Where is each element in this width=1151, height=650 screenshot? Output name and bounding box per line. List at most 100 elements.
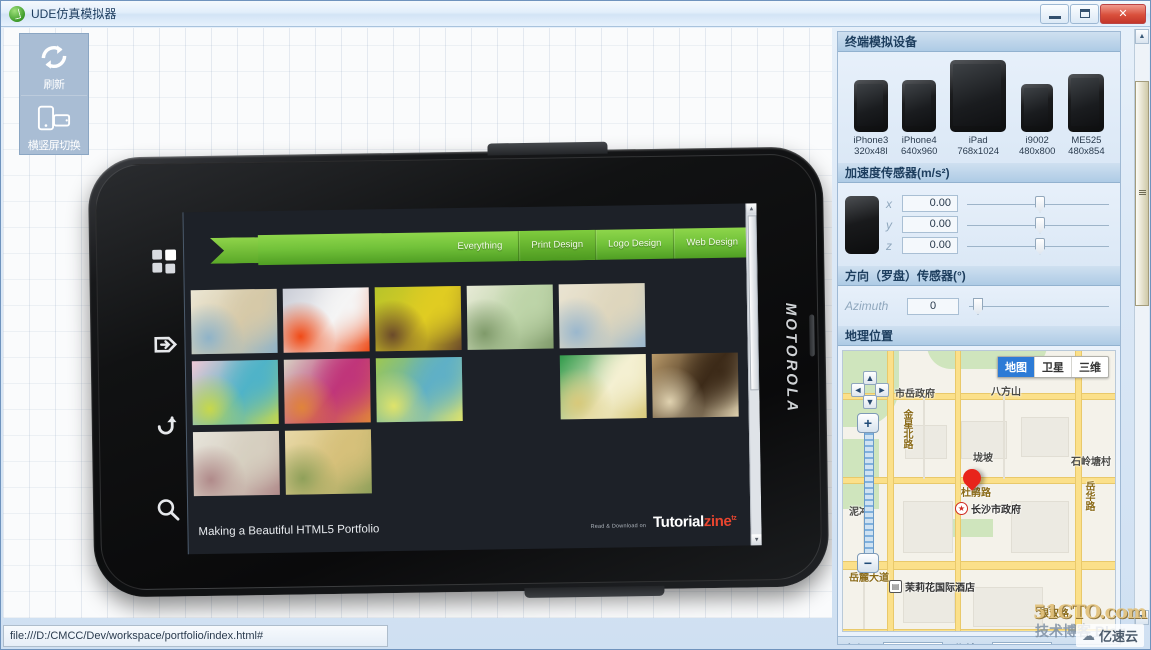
device-option-iphone4[interactable]: iPhone4 640x960: [901, 80, 937, 157]
map-zoom-slider[interactable]: [864, 433, 874, 553]
slider-knob-y[interactable]: [1035, 216, 1045, 234]
azimuth-slider[interactable]: [969, 296, 1113, 316]
gallery-thumbnail[interactable]: [283, 358, 371, 424]
scroll-grip-icon: [1138, 190, 1146, 195]
scroll-down-arrow[interactable]: ▼: [751, 534, 762, 546]
phone-side-button[interactable]: [809, 314, 815, 357]
title-bar: UDE仿真模拟器 ✕: [1, 1, 1150, 27]
map-location-pin[interactable]: [963, 469, 981, 487]
device-resolution: 640x960: [901, 146, 938, 157]
axis-slider-x[interactable]: [967, 194, 1113, 214]
phone-brand: MOTOROLA: [781, 302, 801, 415]
azimuth-slider-knob[interactable]: [973, 298, 983, 315]
accelerometer-phone-icon[interactable]: [845, 195, 879, 254]
compass-section-body: Azimuth 0: [838, 286, 1120, 326]
window-scroll-up[interactable]: ▲: [1135, 29, 1149, 44]
caption-small-text: Read & Download on: [590, 523, 647, 530]
axis-label-x: x: [886, 196, 892, 211]
left-toolbar: 刷新 横竖屏切换: [19, 33, 89, 155]
window-scroll-thumb[interactable]: [1135, 81, 1149, 306]
close-button[interactable]: ✕: [1100, 3, 1146, 24]
map-zoom-control: + −: [857, 413, 881, 573]
app-icon: [9, 5, 25, 22]
scroll-thumb[interactable]: [747, 215, 760, 391]
north-latitude-input[interactable]: [992, 641, 1053, 644]
gallery-spacer: [468, 356, 555, 421]
azimuth-value[interactable]: 0: [907, 297, 959, 315]
gallery-thumbnail[interactable]: [192, 430, 280, 497]
gallery-thumbnail[interactable]: [190, 288, 278, 355]
watermark-badge: ☁ 亿速云: [1075, 624, 1144, 647]
map-pan-down[interactable]: ▼: [863, 395, 877, 409]
right-panel: 终端模拟设备 iPhone3 320x48l iPhone4 640x960 iPad 7…: [837, 31, 1121, 645]
gallery-thumbnail[interactable]: [466, 284, 554, 350]
accelerometer-axis-rows: x 0.00 y 0.00 z 0.00: [886, 193, 1113, 256]
scroll-up-arrow[interactable]: ▲: [746, 203, 757, 215]
refresh-button[interactable]: 刷新: [21, 40, 87, 92]
device-option-iphone3[interactable]: iPhone3 320x48l: [853, 80, 888, 157]
accelerometer-section-body: x 0.00 y 0.00 z 0.00: [838, 183, 1120, 266]
tutorialzine-logo[interactable]: Tutorialzinetz: [653, 513, 737, 531]
logo-part-b: zine: [703, 512, 732, 531]
apps-grid-icon[interactable]: [151, 249, 177, 275]
webview-content: Everything Print Design Logo Design Web …: [183, 203, 751, 554]
device-option-ipad[interactable]: iPad 768x1024: [950, 60, 1007, 157]
device-resolution: 480x800: [1018, 146, 1056, 157]
map-poi[interactable]: ▤ 茉莉花国际酒店: [889, 579, 975, 594]
slider-knob-x[interactable]: [1035, 195, 1045, 213]
gallery-thumbnail[interactable]: [651, 352, 739, 418]
gallery-thumbnail[interactable]: [284, 429, 372, 495]
device-name: iPhone4: [901, 135, 937, 146]
map-view[interactable]: 市岳政府 八方山 金星北路 垅坡 石岭塘村 杜鹃路 岳华路 泥冲 岳麓大道 银双路 ★ 长沙市政府 ▤…: [842, 350, 1116, 632]
map-zoom-in[interactable]: +: [857, 413, 879, 433]
phone-screen: Everything Print Design Logo Design Web …: [182, 203, 762, 555]
search-icon[interactable]: [155, 496, 181, 522]
gallery-row: [191, 352, 741, 426]
map-poi-label: 长沙市政府: [971, 505, 1021, 516]
window-controls: ✕: [1039, 3, 1146, 24]
devices-section-body: iPhone3 320x48l iPhone4 640x960 iPad 768x1024…: [838, 52, 1120, 163]
map-poi[interactable]: ★ 长沙市政府: [955, 501, 1021, 516]
axis-value-z[interactable]: 0.00: [902, 237, 958, 254]
device-name: iPad: [968, 135, 988, 146]
gallery-thumbnail[interactable]: [558, 283, 646, 349]
map-tab-map[interactable]: 地图: [998, 357, 1035, 377]
gallery-thumbnail[interactable]: [559, 354, 647, 420]
nav-item-everything[interactable]: Everything: [258, 231, 519, 265]
device-screen-graphic: [1071, 78, 1100, 126]
slider-knob-z[interactable]: [1035, 237, 1045, 255]
axis-slider-z[interactable]: [967, 236, 1113, 256]
back-arrow-icon[interactable]: [154, 414, 180, 440]
map-tab-3d[interactable]: 三维: [1072, 357, 1108, 377]
device-option-me525[interactable]: ME525 480x854: [1068, 74, 1105, 157]
gallery-thumbnail[interactable]: [282, 287, 370, 353]
map-pan-right[interactable]: ►: [875, 383, 889, 397]
device-screen-graphic: [953, 64, 1002, 126]
device-list: iPhone3 320x48l iPhone4 640x960 iPad 768x1024…: [843, 58, 1115, 157]
gallery-row: [192, 424, 742, 497]
rotate-button[interactable]: 横竖屏切换: [21, 95, 87, 153]
axis-slider-y[interactable]: [967, 215, 1113, 235]
nav-item-web-design[interactable]: Web Design: [673, 227, 751, 259]
gallery-thumbnail[interactable]: [374, 285, 462, 352]
gallery-thumbnail[interactable]: [375, 356, 463, 423]
portfolio-nav: Everything Print Design Logo Design Web …: [210, 227, 751, 266]
map-zoom-out[interactable]: −: [857, 553, 879, 573]
gallery-thumbnail[interactable]: [191, 359, 279, 426]
window-title: UDE仿真模拟器: [31, 7, 117, 21]
minimize-button[interactable]: [1040, 3, 1069, 24]
device-option-i9002[interactable]: i9002 480x800: [1019, 84, 1055, 157]
azimuth-slider-track: [969, 306, 1109, 307]
nav-item-logo-design[interactable]: Logo Design: [594, 228, 674, 260]
design-canvas: MOTOROLA Everything Print Design Logo De…: [3, 28, 832, 618]
axis-value-y[interactable]: 0.00: [902, 216, 958, 233]
map-label: 金星北路: [901, 409, 912, 449]
exit-icon[interactable]: [152, 331, 178, 357]
window-vertical-scrollbar[interactable]: ▲ ▼: [1134, 29, 1149, 625]
east-longitude-input[interactable]: [883, 641, 944, 644]
orientation-switch-icon: [37, 105, 71, 131]
map-tab-satellite[interactable]: 卫星: [1035, 357, 1072, 377]
nav-item-print-design[interactable]: Print Design: [518, 229, 596, 262]
maximize-button[interactable]: [1070, 3, 1099, 24]
axis-value-x[interactable]: 0.00: [902, 195, 958, 212]
